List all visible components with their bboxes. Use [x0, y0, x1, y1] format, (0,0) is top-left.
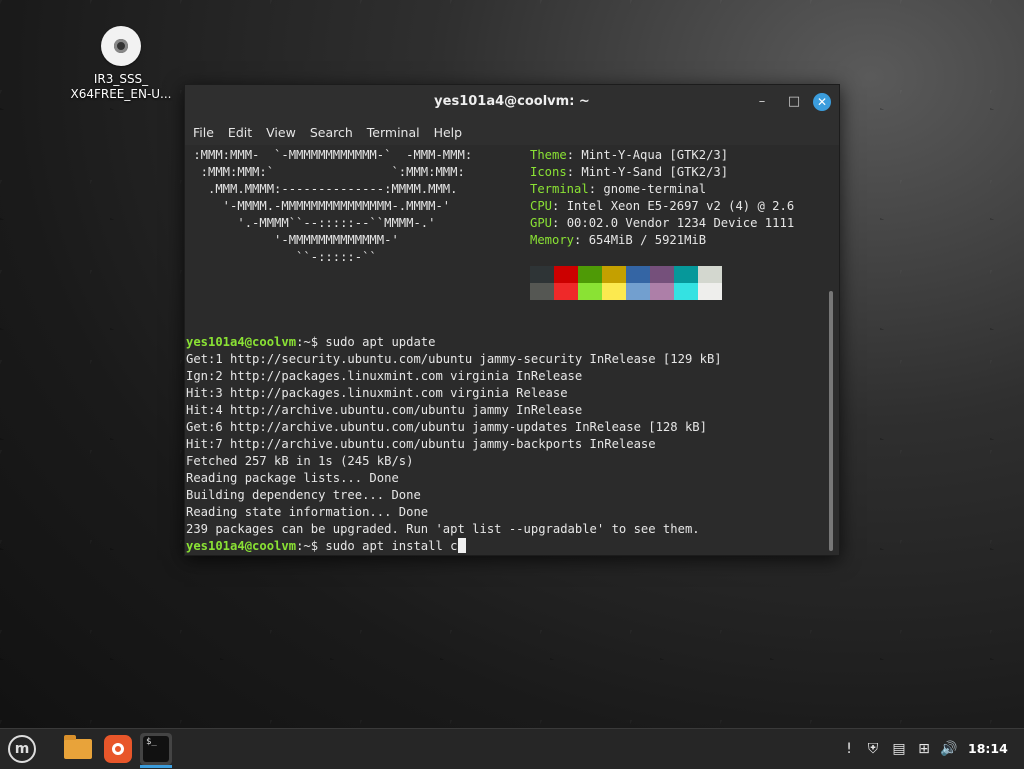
ascii-art-line: '-MMMM.-MMMMMMMMMMMMMMM-.MMMM-' — [186, 199, 451, 213]
output-line: Get:1 http://security.ubuntu.com/ubuntu … — [186, 352, 722, 366]
menu-button[interactable]: m — [6, 733, 38, 765]
prompt-line: yes101a4@coolvm:~$ sudo apt update — [186, 335, 436, 349]
ascii-art-line: '.-MMMM``--:::::--``MMMM-.' — [186, 216, 436, 230]
current-prompt-line[interactable]: yes101a4@coolvm:~$ sudo apt install c — [186, 538, 466, 555]
text-cursor — [457, 538, 466, 553]
menu-bar: File Edit View Search Terminal Help — [185, 119, 839, 145]
color-swatch — [530, 266, 554, 283]
menu-view[interactable]: View — [266, 125, 296, 140]
ascii-art-line: :MMM:MMM:` `:MMM:MMM: — [186, 165, 465, 179]
ascii-art-line: :MMM:MMM- `-MMMMMMMMMMMM-` -MMM-MMM: — [186, 148, 473, 162]
clock[interactable]: 18:14 — [968, 741, 1008, 756]
color-swatch — [698, 266, 722, 283]
scrollbar-thumb[interactable] — [829, 291, 833, 551]
color-swatch — [578, 266, 602, 283]
color-swatch — [602, 283, 626, 300]
terminal-icon: $_ — [143, 736, 169, 762]
output-line: Hit:3 http://packages.linuxmint.com virg… — [186, 386, 568, 400]
terminal-task-button[interactable]: $_ — [140, 733, 172, 765]
menu-search[interactable]: Search — [310, 125, 353, 140]
clipboard-icon[interactable]: ▤ — [890, 740, 908, 758]
menu-help[interactable]: Help — [434, 125, 463, 140]
close-button[interactable]: ✕ — [813, 93, 831, 111]
color-palette — [530, 266, 722, 300]
ascii-art-line: ``-:::::-`` — [186, 250, 377, 264]
color-swatch — [626, 283, 650, 300]
taskbar: m $_ ! ⛨ ▤ ⊞ 🔊 18:14 — [0, 728, 1024, 769]
output-line: Building dependency tree... Done — [186, 488, 421, 502]
info-theme: Theme: Mint-Y-Aqua [GTK2/3] — [530, 148, 729, 162]
volume-icon[interactable]: 🔊 — [940, 740, 958, 758]
color-swatch — [650, 266, 674, 283]
info-gpu: GPU: 00:02.0 Vendor 1234 Device 1111 — [530, 216, 795, 230]
terminal-window[interactable]: yes101a4@coolvm: ~ – □ ✕ File Edit View … — [184, 84, 840, 556]
menu-terminal[interactable]: Terminal — [367, 125, 420, 140]
menu-file[interactable]: File — [193, 125, 214, 140]
info-icons: Icons: Mint-Y-Sand [GTK2/3] — [530, 165, 729, 179]
terminal-output[interactable]: :MMM:MMM- `-MMMMMMMMMMMM-` -MMM-MMM: :MM… — [185, 145, 825, 555]
color-swatch — [554, 283, 578, 300]
shield-icon[interactable]: ⛨ — [864, 740, 882, 758]
window-title: yes101a4@coolvm: ~ — [434, 94, 590, 109]
color-swatch — [674, 266, 698, 283]
firefox-icon — [104, 735, 132, 763]
ascii-art-line: .MMM.MMMM:--------------:MMMM.MMM. — [186, 182, 458, 196]
color-swatch — [530, 283, 554, 300]
color-swatch — [698, 283, 722, 300]
folder-icon — [64, 735, 92, 759]
info-terminal: Terminal: gnome-terminal — [530, 182, 707, 196]
color-swatch — [626, 266, 650, 283]
disc-icon — [101, 26, 141, 66]
ascii-art-line: '-MMMMMMMMMMMMM-' — [186, 233, 399, 247]
color-swatch — [602, 266, 626, 283]
output-line: Hit:4 http://archive.ubuntu.com/ubuntu j… — [186, 403, 583, 417]
output-line: Reading state information... Done — [186, 505, 429, 519]
info-memory: Memory: 654MiB / 5921MiB — [530, 233, 707, 247]
mint-logo-icon: m — [8, 735, 36, 763]
output-line: 239 packages can be upgraded. Run 'apt l… — [186, 522, 700, 536]
output-line: Fetched 257 kB in 1s (245 kB/s) — [186, 454, 414, 468]
desktop-icon-disc-image[interactable]: IR3_SSS_ X64FREE_EN-U... — [58, 26, 184, 102]
color-swatch — [650, 283, 674, 300]
menu-edit[interactable]: Edit — [228, 125, 252, 140]
color-swatch — [554, 266, 578, 283]
output-line: Get:6 http://archive.ubuntu.com/ubuntu j… — [186, 420, 707, 434]
color-swatch — [578, 283, 602, 300]
output-line: Hit:7 http://archive.ubuntu.com/ubuntu j… — [186, 437, 656, 451]
output-line: Ign:2 http://packages.linuxmint.com virg… — [186, 369, 583, 383]
update-manager-icon[interactable]: ! — [840, 740, 858, 758]
files-launcher[interactable] — [62, 733, 94, 765]
firefox-launcher[interactable] — [102, 733, 134, 765]
output-line: Reading package lists... Done — [186, 471, 399, 485]
window-titlebar[interactable]: yes101a4@coolvm: ~ – □ ✕ — [185, 85, 839, 119]
minimize-button[interactable]: – — [753, 93, 771, 111]
desktop-icon-label: IR3_SSS_ X64FREE_EN-U... — [70, 72, 172, 101]
info-cpu: CPU: Intel Xeon E5-2697 v2 (4) @ 2.6 — [530, 199, 795, 213]
color-swatch — [674, 283, 698, 300]
maximize-button[interactable]: □ — [785, 93, 803, 111]
network-icon[interactable]: ⊞ — [915, 740, 933, 758]
